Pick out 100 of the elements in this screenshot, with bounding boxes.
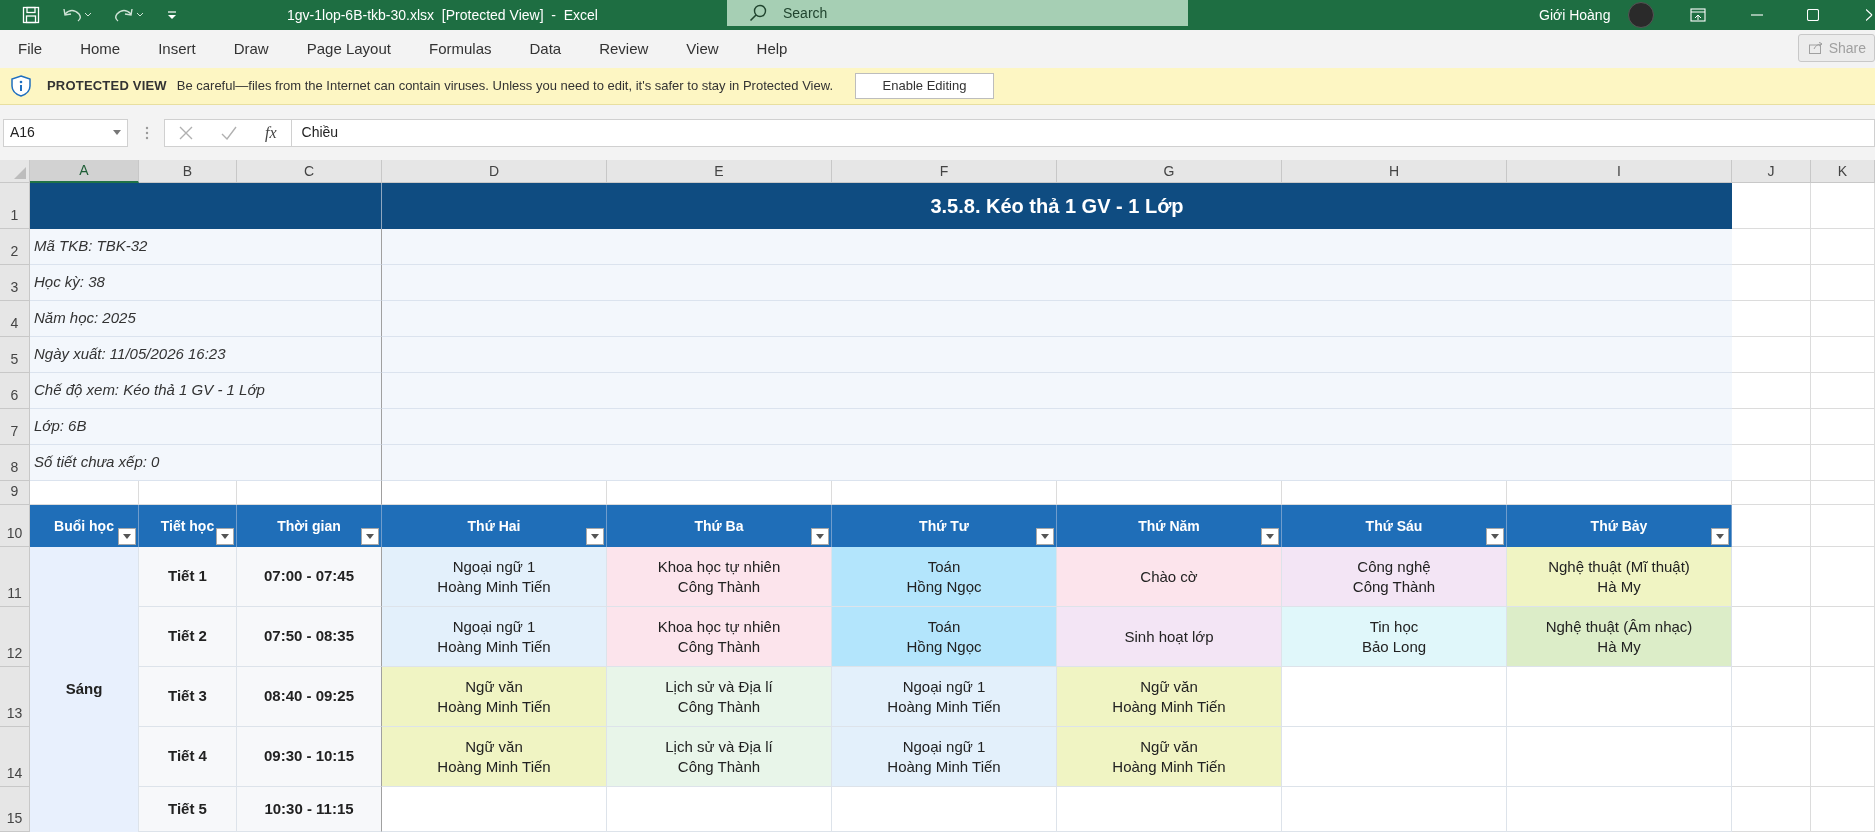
teacher-text: Hoàng Minh Tiến — [437, 696, 551, 717]
filter-dropdown-button[interactable] — [811, 528, 829, 545]
menu-tab[interactable]: Insert — [146, 33, 208, 65]
row-header[interactable]: 12 — [0, 607, 30, 667]
filter-dropdown-button[interactable] — [1036, 528, 1054, 545]
teacher-text: Công Thành — [677, 576, 761, 597]
teacher-text: Hoàng Minh Tiến — [887, 696, 1001, 717]
column-heading: Thứ Ba — [607, 505, 832, 547]
empty-cell — [1811, 409, 1875, 445]
caret-icon — [1491, 534, 1499, 539]
subject-text: Ngữ văn — [1140, 676, 1198, 697]
row-header[interactable]: 9 — [0, 481, 30, 505]
row-header[interactable]: 6 — [0, 373, 30, 409]
row-header[interactable]: 4 — [0, 301, 30, 337]
row-header[interactable]: 8 — [0, 445, 30, 481]
empty-cell — [1811, 229, 1875, 265]
period-cell: Tiết 2 — [139, 607, 237, 667]
column-heading: Thời gian — [237, 505, 382, 547]
info-cell: Ngày xuất: 11/05/2026 16:23 — [30, 337, 382, 373]
column-header[interactable]: A — [30, 160, 139, 183]
dropdown-icon[interactable] — [113, 130, 121, 135]
menu-tab[interactable]: Page Layout — [294, 33, 403, 65]
info-cell: Chế độ xem: Kéo thả 1 GV - 1 Lớp — [30, 373, 382, 409]
filter-dropdown-button[interactable] — [118, 528, 136, 545]
info-cell: Mã TKB: TBK-32 — [30, 229, 382, 265]
info-cell: Lớp: 6B — [30, 409, 382, 445]
teacher-text: Hoàng Minh Tiến — [887, 756, 1001, 777]
column-header[interactable]: D — [382, 160, 607, 183]
teacher-text: Hà My — [1597, 636, 1641, 657]
empty-cell — [1811, 787, 1875, 832]
menu-tab[interactable]: Data — [517, 33, 574, 65]
row-header[interactable]: 7 — [0, 409, 30, 445]
row-header[interactable]: 14 — [0, 727, 30, 787]
subject-text: Toán — [927, 556, 961, 577]
subject-text: Lịch sử và Địa lí — [665, 676, 773, 697]
menu-tab[interactable]: Draw — [221, 33, 281, 65]
menu-tab[interactable]: Formulas — [416, 33, 504, 65]
column-header[interactable]: C — [237, 160, 382, 183]
menu-tab[interactable]: Home — [68, 33, 133, 65]
row-header[interactable]: 3 — [0, 265, 30, 301]
menu-tab[interactable]: Help — [744, 33, 800, 65]
user-name: Giới Hoàng — [1539, 5, 1611, 25]
name-box[interactable]: A16 — [3, 118, 128, 147]
time-cell: 07:50 - 08:35 — [237, 607, 382, 667]
insert-function-button[interactable]: fx — [265, 120, 277, 145]
row-header[interactable]: 10 — [0, 505, 30, 547]
row-header[interactable]: 13 — [0, 667, 30, 727]
column-header[interactable]: I — [1507, 160, 1732, 183]
empty-cell — [1811, 481, 1875, 505]
period-cell: Tiết 4 — [139, 727, 237, 787]
customize-toolbar-icon[interactable] — [166, 9, 178, 21]
column-header[interactable]: G — [1057, 160, 1282, 183]
row-header[interactable]: 15 — [0, 787, 30, 832]
redo-icon[interactable] — [114, 7, 144, 23]
filter-dropdown-button[interactable] — [1711, 528, 1729, 545]
undo-icon[interactable] — [62, 7, 92, 23]
teacher-text: Hoàng Minh Tiến — [437, 576, 551, 597]
menu-tab[interactable]: View — [674, 33, 731, 65]
filter-dropdown-button[interactable] — [216, 528, 234, 545]
info-cell: Năm học: 2025 — [30, 301, 382, 337]
enable-editing-button[interactable]: Enable Editing — [855, 73, 994, 99]
row-header[interactable]: 2 — [0, 229, 30, 265]
teacher-text: Công Thành — [677, 636, 761, 657]
column-header[interactable]: J — [1732, 160, 1811, 183]
shield-info-icon — [11, 75, 31, 97]
teacher-text: Công Thành — [1352, 576, 1436, 597]
empty-cell — [1811, 607, 1875, 667]
empty-cell — [1811, 505, 1875, 547]
subject-text: Ngoại ngữ 1 — [452, 616, 536, 637]
column-header[interactable]: F — [832, 160, 1057, 183]
filter-dropdown-button[interactable] — [1261, 528, 1279, 545]
row-header[interactable]: 11 — [0, 547, 30, 607]
row-header[interactable]: 1 — [0, 183, 30, 229]
teacher-text: Hoàng Minh Tiến — [1112, 696, 1226, 717]
filter-dropdown-button[interactable] — [1486, 528, 1504, 545]
column-header[interactable]: E — [607, 160, 832, 183]
column-header[interactable]: B — [139, 160, 237, 183]
ribbon-display-icon[interactable] — [1690, 8, 1706, 22]
subject-text: Sinh hoạt lớp — [1124, 626, 1214, 647]
search-field[interactable]: Search — [727, 0, 1188, 26]
empty-cell — [1811, 727, 1875, 787]
column-header[interactable]: H — [1282, 160, 1507, 183]
info-cell: Số tiết chưa xếp: 0 — [30, 445, 382, 481]
close-icon[interactable] — [1866, 9, 1873, 21]
filter-dropdown-button[interactable] — [586, 528, 604, 545]
menu-tab[interactable]: File — [6, 33, 55, 65]
save-icon[interactable] — [22, 6, 40, 24]
maximize-icon[interactable] — [1807, 9, 1819, 21]
column-header[interactable]: K — [1811, 160, 1875, 183]
search-icon[interactable] — [749, 4, 767, 22]
menu-tab[interactable]: Review — [587, 33, 661, 65]
teacher-text: Hồng Ngọc — [906, 576, 982, 597]
filter-dropdown-button[interactable] — [361, 528, 379, 545]
subject-text: Ngữ văn — [465, 676, 523, 697]
row-header[interactable]: 5 — [0, 337, 30, 373]
empty-cell — [1811, 373, 1875, 409]
teacher-text: Công Thành — [677, 756, 761, 777]
caret-icon — [1716, 534, 1724, 539]
formula-input[interactable]: Chiều — [290, 119, 1874, 146]
teacher-text: Bảo Long — [1361, 636, 1427, 657]
